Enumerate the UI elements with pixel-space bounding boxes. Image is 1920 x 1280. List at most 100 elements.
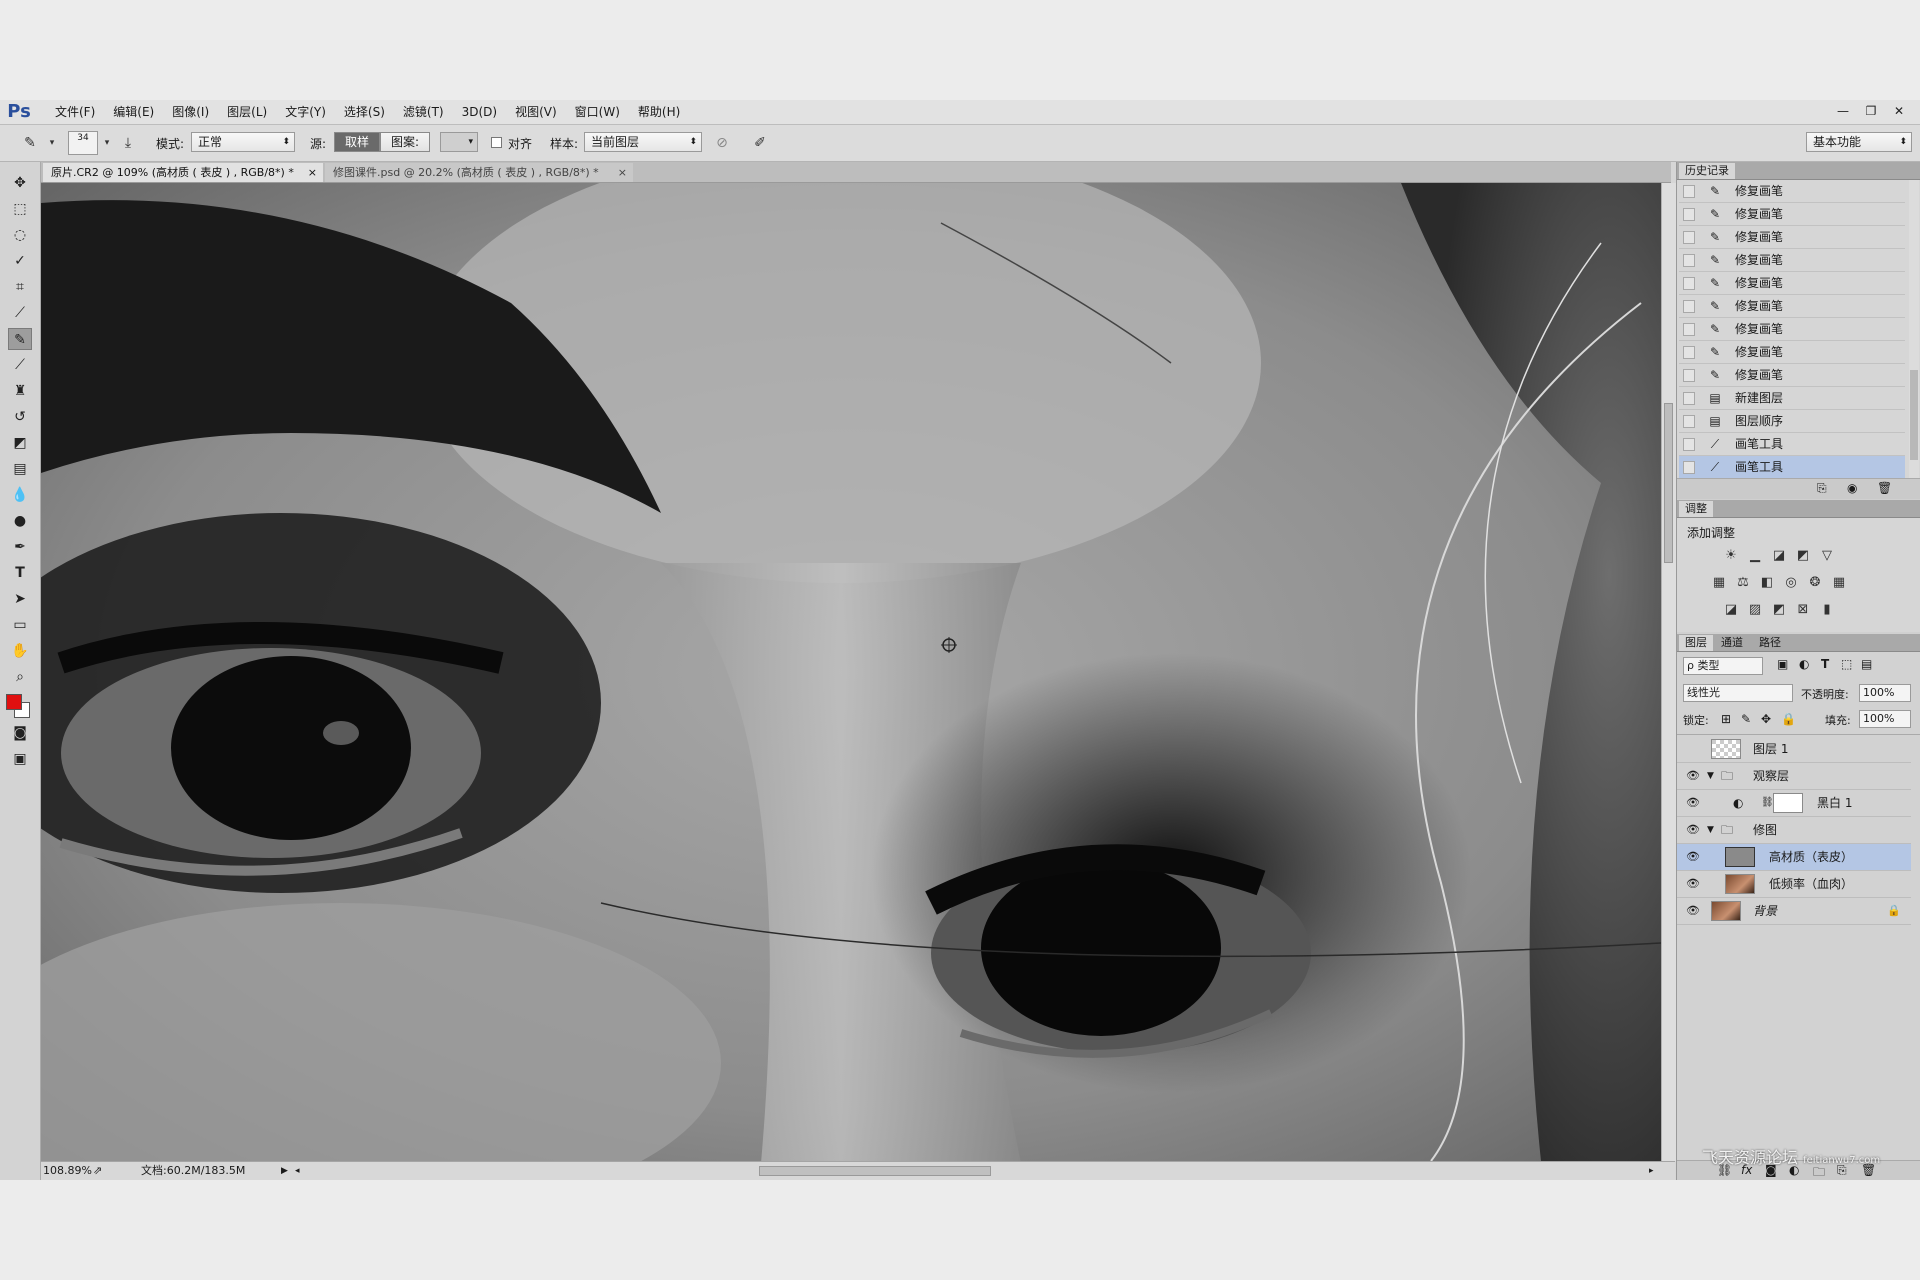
preset-dropdown-icon[interactable]: ▾ <box>42 133 62 153</box>
history-source-box[interactable] <box>1683 231 1695 244</box>
tab-original[interactable]: 原片.CR2 @ 109% (高材质 ( 表皮 ) , RGB/8*) * × <box>43 163 323 182</box>
history-source-box[interactable] <box>1683 208 1695 221</box>
filter-shape-icon[interactable]: ⬚ <box>1841 657 1852 671</box>
lock-position-icon[interactable]: ✥ <box>1761 712 1771 726</box>
black-white-icon[interactable]: ◧ <box>1759 575 1775 591</box>
horizontal-scroll-thumb[interactable] <box>759 1166 991 1176</box>
eye-icon[interactable]: 👁 <box>1685 790 1701 816</box>
pressure-size-icon[interactable]: ⤓ <box>118 133 138 153</box>
sample-select[interactable]: 当前图层 ⬍ <box>584 132 702 152</box>
screen-mode-icon[interactable]: ▣ <box>8 748 32 770</box>
history-source-box[interactable] <box>1683 392 1695 405</box>
zoom-level[interactable]: 108.89% <box>43 1162 92 1180</box>
scroll-left-icon[interactable]: ◂ <box>295 1162 300 1180</box>
close-window-button[interactable]: ✕ <box>1886 100 1912 122</box>
history-source-box[interactable] <box>1683 346 1695 359</box>
canvas-vertical-scrollbar[interactable] <box>1661 183 1676 1161</box>
gradient-map-icon[interactable]: ▮ <box>1819 602 1835 618</box>
photo-filter-icon[interactable]: ◎ <box>1783 575 1799 591</box>
foreground-background-colors[interactable] <box>6 694 30 718</box>
history-source-box[interactable] <box>1683 254 1695 267</box>
tab-layers[interactable]: 图层 <box>1679 635 1713 651</box>
close-tab-icon[interactable]: × <box>618 163 627 182</box>
history-item[interactable]: ✎ 修复画笔 <box>1679 203 1905 226</box>
mask-link-icon[interactable]: ⛓ <box>1761 790 1774 816</box>
menu-window[interactable]: 窗口(W) <box>566 100 629 124</box>
restore-button[interactable]: ❐ <box>1858 100 1884 122</box>
layer-row[interactable]: 👁 低频率（血肉） <box>1677 871 1911 898</box>
source-pattern-button[interactable]: 图案: <box>380 132 430 152</box>
trash-icon[interactable]: 🗑 <box>1877 481 1892 495</box>
scroll-right-icon[interactable]: ▸ <box>1649 1162 1654 1180</box>
history-item[interactable]: ✎ 修复画笔 <box>1679 226 1905 249</box>
move-tool-icon[interactable]: ✥ <box>8 172 32 194</box>
dodge-tool-icon[interactable]: ● <box>8 510 32 532</box>
curves-icon[interactable]: ◪ <box>1771 548 1787 564</box>
color-lookup-icon[interactable]: ▦ <box>1831 575 1847 591</box>
tab-channels[interactable]: 通道 <box>1715 635 1749 651</box>
blend-mode-select[interactable]: 线性光 <box>1683 684 1793 702</box>
layer-row-selected[interactable]: 👁 高材质（表皮） <box>1677 844 1911 871</box>
color-balance-icon[interactable]: ⚖ <box>1735 575 1751 591</box>
levels-icon[interactable]: ▁ <box>1747 548 1763 564</box>
camera-snapshot-icon[interactable]: ◉ <box>1847 481 1857 495</box>
shape-tool-icon[interactable]: ▭ <box>8 614 32 636</box>
expand-group-icon[interactable]: ▼ <box>1707 763 1714 789</box>
mode-select[interactable]: 正常 ⬍ <box>191 132 295 152</box>
history-item-selected[interactable]: ⟋ 画笔工具 <box>1679 456 1905 479</box>
mask-thumbnail[interactable] <box>1773 793 1803 813</box>
hue-saturation-icon[interactable]: ▦ <box>1711 575 1727 591</box>
history-scrollbar[interactable] <box>1909 180 1919 478</box>
history-item[interactable]: ▤ 新建图层 <box>1679 387 1905 410</box>
eye-icon[interactable]: 👁 <box>1685 817 1701 843</box>
posterize-icon[interactable]: ▨ <box>1747 602 1763 618</box>
ignore-adjustment-layers-icon[interactable]: ⊘ <box>712 133 732 153</box>
source-sampled-button[interactable]: 取样 <box>334 132 380 152</box>
healing-brush-tool-preset-icon[interactable]: ✎ <box>20 133 40 153</box>
expand-group-icon[interactable]: ▼ <box>1707 817 1714 843</box>
history-item[interactable]: ⟋ 画笔工具 <box>1679 433 1905 456</box>
tab-courseware[interactable]: 修图课件.psd @ 20.2% (高材质 ( 表皮 ) , RGB/8*) *… <box>325 163 633 182</box>
vibrance-icon[interactable]: ▽ <box>1819 548 1835 564</box>
export-icon[interactable]: ⇗ <box>93 1162 102 1180</box>
menu-select[interactable]: 选择(S) <box>335 100 394 124</box>
new-document-from-state-icon[interactable]: ⎘ <box>1817 481 1827 496</box>
channel-mixer-icon[interactable]: ❂ <box>1807 575 1823 591</box>
aligned-checkbox[interactable] <box>491 137 502 148</box>
menu-filter[interactable]: 滤镜(T) <box>394 100 453 124</box>
layer-group-row[interactable]: 👁 ▼ 🗀 修图 <box>1677 817 1911 844</box>
tab-adjustments[interactable]: 调整 <box>1679 501 1713 517</box>
history-scroll-thumb[interactable] <box>1910 370 1918 460</box>
menu-edit[interactable]: 编辑(E) <box>104 100 163 124</box>
eye-icon[interactable]: 👁 <box>1685 898 1701 924</box>
tablet-pressure-icon[interactable]: ✐ <box>750 133 770 153</box>
menu-help[interactable]: 帮助(H) <box>629 100 689 124</box>
eye-icon[interactable]: 👁 <box>1685 763 1701 789</box>
menu-type[interactable]: 文字(Y) <box>276 100 335 124</box>
lock-paint-icon[interactable]: ✎ <box>1741 712 1751 726</box>
lock-transparent-icon[interactable]: ⊞ <box>1721 712 1731 726</box>
blur-tool-icon[interactable]: 💧 <box>8 484 32 506</box>
eraser-tool-icon[interactable]: ◩ <box>8 432 32 454</box>
vertical-scroll-thumb[interactable] <box>1664 403 1673 563</box>
workspace-select[interactable]: 基本功能 ⬍ <box>1806 132 1912 152</box>
history-brush-tool-icon[interactable]: ↺ <box>8 406 32 428</box>
history-item[interactable]: ✎ 修复画笔 <box>1679 364 1905 387</box>
tab-paths[interactable]: 路径 <box>1753 635 1787 651</box>
history-item[interactable]: ✎ 修复画笔 <box>1679 180 1905 203</box>
menu-file[interactable]: 文件(F) <box>46 100 104 124</box>
brightness-contrast-icon[interactable]: ☀ <box>1723 548 1739 564</box>
menu-image[interactable]: 图像(I) <box>163 100 218 124</box>
tab-history[interactable]: 历史记录 <box>1679 163 1735 179</box>
layer-row[interactable]: 图层 1 <box>1677 736 1911 763</box>
eye-icon[interactable]: 👁 <box>1685 844 1701 870</box>
layer-row[interactable]: 👁 背景 🔒 <box>1677 898 1911 925</box>
eyedropper-tool-icon[interactable]: ⟋ <box>8 302 32 324</box>
marquee-tool-icon[interactable]: ⬚ <box>8 198 32 220</box>
lasso-tool-icon[interactable]: ◌ <box>8 224 32 246</box>
history-source-box[interactable] <box>1683 369 1695 382</box>
history-source-box[interactable] <box>1683 277 1695 290</box>
layer-filter-select[interactable]: ρ 类型 <box>1683 657 1763 675</box>
history-item[interactable]: ✎ 修复画笔 <box>1679 272 1905 295</box>
quick-mask-icon[interactable]: ◙ <box>8 722 32 744</box>
